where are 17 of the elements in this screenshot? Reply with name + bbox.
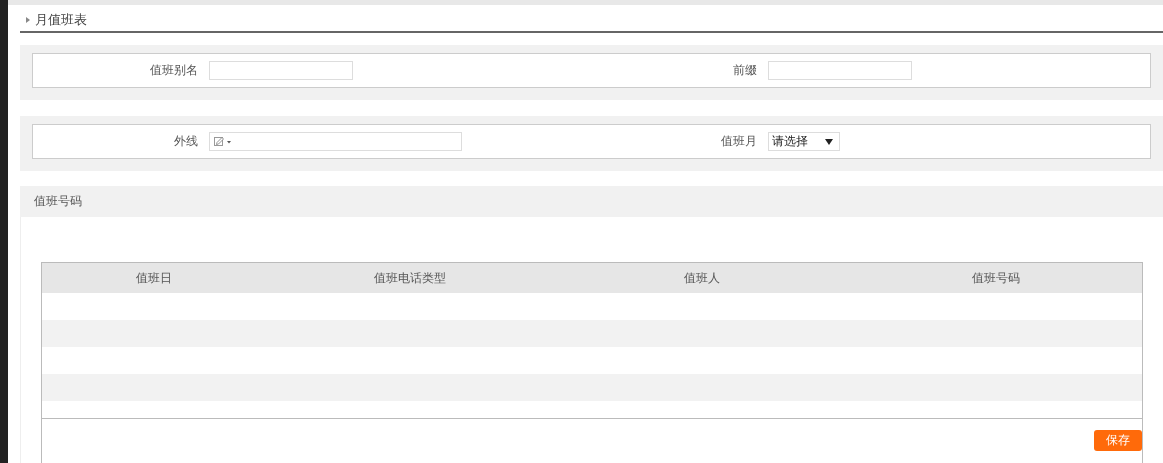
column-header: 值班号码 <box>971 269 1022 287</box>
field-label: 外线 <box>173 133 199 150</box>
field-label: 前缀 <box>731 62 758 79</box>
input-field[interactable] <box>767 61 912 80</box>
input-field[interactable] <box>209 132 462 151</box>
triangle-icon <box>26 16 30 23</box>
column-header: 值班人 <box>683 269 721 287</box>
column-header: 值班电话类型 <box>372 269 447 287</box>
panel-title: 值班号码 <box>34 193 82 210</box>
section-title: 月值班表 <box>35 10 87 29</box>
field-label: 值班别名 <box>149 62 199 79</box>
dropdown-arrow-icon <box>824 138 833 145</box>
input-field[interactable] <box>209 61 353 80</box>
select-field[interactable]: 请选择 <box>767 132 840 151</box>
edit-icon[interactable] <box>214 136 232 147</box>
column-header: 值班日 <box>135 269 174 287</box>
field-label: 值班月 <box>719 133 758 150</box>
